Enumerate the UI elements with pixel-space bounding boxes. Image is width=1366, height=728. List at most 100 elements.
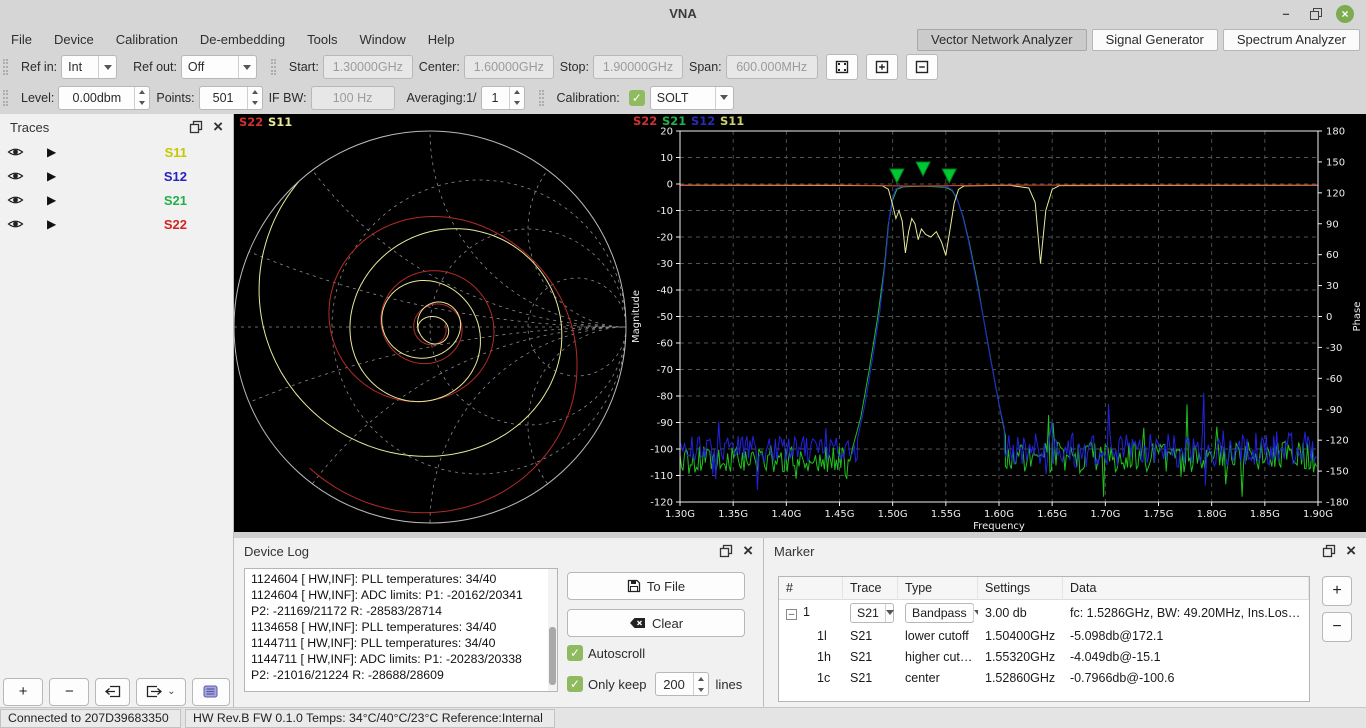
trace-row-s21[interactable]: ▶ S21 bbox=[0, 188, 233, 212]
spinner-arrows[interactable] bbox=[134, 87, 149, 109]
span-field[interactable]: 600.000MHz bbox=[726, 55, 818, 79]
expand-trace-icon[interactable]: ▶ bbox=[47, 169, 107, 183]
collapse-marker-icon[interactable]: – bbox=[786, 609, 797, 620]
svg-text:1.70G: 1.70G bbox=[1090, 509, 1120, 520]
toolbar-handle[interactable] bbox=[539, 90, 544, 106]
toolbar-handle[interactable] bbox=[3, 59, 8, 75]
expand-trace-icon[interactable]: ▶ bbox=[47, 145, 107, 159]
menu-device[interactable]: Device bbox=[43, 29, 105, 51]
menu-window[interactable]: Window bbox=[349, 29, 417, 51]
svg-text:1.30G: 1.30G bbox=[665, 509, 695, 520]
menu-file[interactable]: File bbox=[0, 29, 43, 51]
ifbw-field[interactable]: 100 Hz bbox=[311, 86, 395, 110]
menu-help[interactable]: Help bbox=[417, 29, 466, 51]
keep-lines-row[interactable]: ✓ Only keep 200 lines bbox=[567, 672, 742, 696]
clear-button[interactable]: Clear bbox=[567, 609, 745, 637]
keep-lines-stepper[interactable]: 200 bbox=[655, 672, 709, 696]
zoom-in-button[interactable] bbox=[866, 54, 898, 80]
trace-label-s12[interactable]: S12 bbox=[164, 169, 187, 184]
import-button[interactable] bbox=[95, 678, 129, 706]
visibility-eye-icon[interactable] bbox=[7, 146, 47, 158]
expand-trace-icon[interactable]: ▶ bbox=[47, 193, 107, 207]
spinner-arrows[interactable] bbox=[509, 87, 524, 109]
toolbar-handle[interactable] bbox=[3, 90, 8, 106]
close-button[interactable]: × bbox=[1336, 5, 1354, 23]
tab-spectrum-analyzer[interactable]: Spectrum Analyzer bbox=[1223, 29, 1360, 51]
marker-trace-select[interactable]: S21 bbox=[850, 603, 894, 623]
close-panel-icon[interactable]: × bbox=[743, 543, 753, 559]
keep-lines-checkbox[interactable]: ✓ bbox=[567, 676, 583, 692]
menu-de-embedding[interactable]: De-embedding bbox=[189, 29, 296, 51]
restore-button[interactable] bbox=[1308, 6, 1324, 22]
remove-trace-button[interactable]: − bbox=[49, 678, 89, 706]
log-view-button[interactable] bbox=[192, 678, 230, 706]
close-panel-icon[interactable]: × bbox=[1346, 543, 1356, 559]
svg-text:-60: -60 bbox=[657, 339, 673, 350]
float-panel-icon[interactable] bbox=[189, 120, 203, 134]
svg-text:1.50G: 1.50G bbox=[878, 509, 908, 520]
smith-chart[interactable]: S22S11 bbox=[234, 114, 630, 532]
start-field[interactable]: 1.30000GHz bbox=[323, 55, 413, 79]
svg-text:-30: -30 bbox=[1326, 343, 1342, 354]
trace-label-s22[interactable]: S22 bbox=[164, 217, 187, 232]
autoscroll-checkbox[interactable]: ✓ bbox=[567, 645, 583, 661]
svg-text:-120: -120 bbox=[650, 498, 673, 509]
tab-signal-generator[interactable]: Signal Generator bbox=[1092, 29, 1218, 51]
marker-row-1h[interactable]: 1hS21higher cut…1.55320GHz-4.049db@-15.1 bbox=[779, 646, 1309, 667]
tab-vector-network-analyzer[interactable]: Vector Network Analyzer bbox=[917, 29, 1087, 51]
add-trace-button[interactable]: + bbox=[3, 678, 43, 706]
stop-field[interactable]: 1.90000GHz bbox=[593, 55, 683, 79]
trace-row-s12[interactable]: ▶ S12 bbox=[0, 164, 233, 188]
svg-text:-100: -100 bbox=[650, 445, 673, 456]
log-scrollbar[interactable] bbox=[548, 569, 557, 691]
visibility-eye-icon[interactable] bbox=[7, 218, 47, 230]
toolbar-handle[interactable] bbox=[271, 59, 276, 75]
marker-num: –1 bbox=[779, 605, 843, 620]
to-file-button[interactable]: To File bbox=[567, 572, 745, 600]
expand-trace-icon[interactable]: ▶ bbox=[47, 217, 107, 231]
autoscroll-checkbox-row[interactable]: ✓ Autoscroll bbox=[567, 645, 645, 661]
marker-panel-title: Marker bbox=[774, 544, 814, 559]
traces-panel-header: Traces × bbox=[0, 114, 233, 140]
calibration-checkbox[interactable]: ✓ bbox=[629, 90, 645, 106]
spinner-arrows[interactable] bbox=[247, 87, 262, 109]
add-marker-button[interactable]: + bbox=[1322, 576, 1352, 606]
menu-tools[interactable]: Tools bbox=[296, 29, 348, 51]
svg-text:20: 20 bbox=[660, 127, 673, 138]
marker-row-1c[interactable]: 1cS21center1.52860GHz-0.7966db@-100.6 bbox=[779, 667, 1309, 688]
scrollbar-thumb[interactable] bbox=[549, 627, 556, 685]
close-panel-icon[interactable]: × bbox=[213, 119, 223, 135]
center-field[interactable]: 1.60000GHz bbox=[464, 55, 554, 79]
log-line: 1134658 [ HW,INF]: PLL temperatures: 34/… bbox=[251, 620, 543, 636]
zoom-out-button[interactable] bbox=[906, 54, 938, 80]
float-panel-icon[interactable] bbox=[1322, 544, 1336, 558]
trace-label-s21[interactable]: S21 bbox=[164, 193, 187, 208]
marker-row-1[interactable]: –1S21Bandpass3.00 dbfc: 1.5286GHz, BW: 4… bbox=[779, 600, 1309, 625]
frequency-chart[interactable]: 1.30G1.35G1.40G1.45G1.50G1.55G1.60G1.65G… bbox=[630, 114, 1366, 532]
points-stepper[interactable]: 501 bbox=[199, 86, 263, 110]
ref-in-select[interactable]: Int bbox=[61, 55, 117, 79]
remove-marker-button[interactable]: − bbox=[1322, 612, 1352, 642]
trace-row-s22[interactable]: ▶ S22 bbox=[0, 212, 233, 236]
log-line: 1124604 [ HW,INF]: ADC limits: P1: -2016… bbox=[251, 588, 543, 620]
visibility-eye-icon[interactable] bbox=[7, 194, 47, 206]
ref-out-select[interactable]: Off bbox=[181, 55, 257, 79]
trace-row-s11[interactable]: ▶ S11 bbox=[0, 140, 233, 164]
menu-calibration[interactable]: Calibration bbox=[105, 29, 189, 51]
averaging-stepper[interactable]: 1 bbox=[481, 86, 525, 110]
marker-row-1l[interactable]: 1lS21lower cutoff1.50400GHz-5.098db@172.… bbox=[779, 625, 1309, 646]
visibility-eye-icon[interactable] bbox=[7, 170, 47, 182]
status-bar: Connected to 207D39683350 HW Rev.B FW 0.… bbox=[0, 707, 1366, 728]
spinner-arrows[interactable] bbox=[693, 673, 708, 695]
zoom-reset-button[interactable] bbox=[826, 54, 858, 80]
export-button[interactable]: ⌄ bbox=[136, 678, 186, 706]
device-log-header: Device Log × bbox=[234, 538, 763, 564]
float-panel-icon[interactable] bbox=[719, 544, 733, 558]
level-stepper[interactable]: 0.00dbm bbox=[58, 86, 150, 110]
minimize-button[interactable]: – bbox=[1278, 6, 1294, 22]
marker-type-select[interactable]: Bandpass bbox=[905, 603, 974, 623]
log-text-area[interactable]: 1124604 [ HW,INF]: PLL temperatures: 34/… bbox=[244, 568, 558, 692]
svg-text:1.60G: 1.60G bbox=[984, 509, 1014, 520]
trace-label-s11[interactable]: S11 bbox=[165, 145, 187, 160]
calibration-select[interactable]: SOLT bbox=[650, 86, 734, 110]
